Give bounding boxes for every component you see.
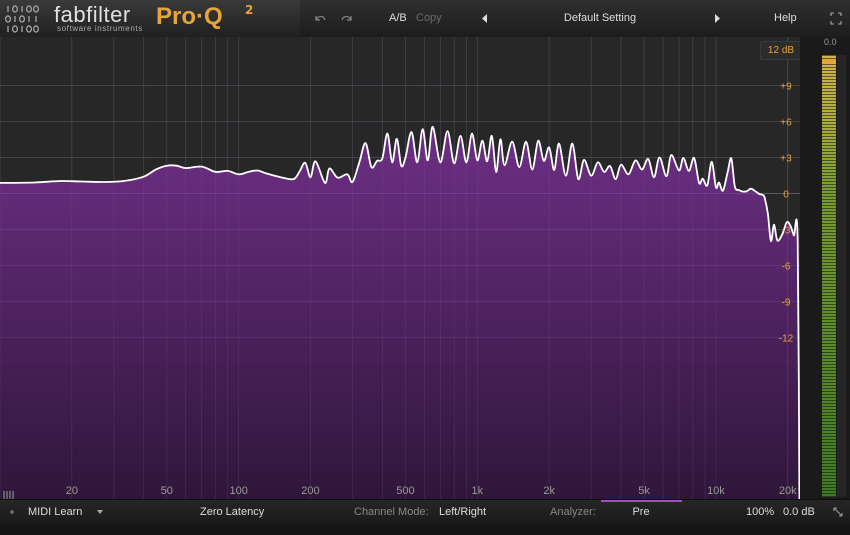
gain-scale-label: +6 (780, 118, 792, 129)
chevron-down-icon (97, 510, 103, 514)
header-bar: fabfilter software instruments Pro·Q 2 A… (0, 0, 850, 38)
spectrum-graph[interactable]: +9+6+30-3-6-9-120-10-20-30-40-50-60-70-8… (0, 37, 817, 520)
frequency-label: 50 (161, 485, 173, 497)
redo-button[interactable] (340, 0, 354, 37)
analyzer-label: Analyzer: (550, 506, 596, 518)
analyzer-value[interactable]: Pre (600, 500, 682, 525)
gain-scale-label: -9 (782, 298, 791, 309)
triangle-right-icon (715, 14, 720, 23)
product-name: Pro·Q (156, 3, 223, 30)
redo-icon (341, 15, 352, 21)
frequency-label: 5k (638, 485, 650, 497)
product-version: 2 (245, 3, 254, 17)
undo-button[interactable] (313, 0, 327, 37)
logo-area: fabfilter software instruments Pro·Q 2 (0, 0, 300, 37)
frequency-label: 1k (471, 485, 483, 497)
analyzer-active-bar (601, 500, 682, 502)
preset-prev-button[interactable] (480, 0, 490, 37)
meter-peak-value: 0.0 (824, 37, 837, 47)
undo-icon (315, 15, 326, 21)
display-range-button[interactable]: 12 dB (760, 41, 802, 60)
gain-scale-label: -12 (779, 334, 794, 345)
output-level[interactable]: 100% (746, 500, 774, 525)
frequency-label: 10k (707, 485, 725, 497)
triangle-left-icon (482, 14, 487, 23)
fullscreen-icon (830, 12, 842, 25)
frequency-label: 200 (301, 485, 319, 497)
gain-scale-label: -6 (782, 262, 791, 273)
zero-latency-button[interactable]: Zero Latency (200, 500, 264, 525)
frequency-label: 500 (396, 485, 414, 497)
spectrum-fill (0, 126, 800, 519)
frequency-label: 100 (229, 485, 247, 497)
channel-mode-value[interactable]: Left/Right (439, 500, 486, 525)
gain-scale-label: +9 (780, 82, 792, 93)
frequency-label: 20k (779, 485, 797, 497)
midi-learn-button[interactable]: MIDI Learn (28, 500, 82, 525)
preset-next-button[interactable] (712, 0, 722, 37)
resize-handle[interactable] (831, 500, 845, 525)
frequency-label: 2k (543, 485, 555, 497)
fullscreen-button[interactable] (829, 0, 843, 37)
footer-bar: MIDI Learn Zero Latency Channel Mode: Le… (0, 499, 850, 525)
ab-button[interactable]: A/B (389, 0, 407, 37)
brand-subtitle: software instruments (57, 24, 143, 33)
resize-icon (833, 507, 843, 517)
midi-indicator-icon (8, 500, 16, 525)
channel-mode-label: Channel Mode: (354, 506, 429, 518)
piano-icon[interactable] (3, 485, 15, 499)
frequency-label: 20 (66, 485, 78, 497)
output-meter: 0.0 (800, 37, 850, 499)
eq-display[interactable]: +9+6+30-3-6-9-120-10-20-30-40-50-60-70-8… (0, 37, 817, 520)
gain-scale-label: -3 (782, 226, 791, 237)
fabfilter-logo-icon (4, 4, 45, 34)
copy-button[interactable]: Copy (416, 0, 442, 37)
gain-scale-label: +3 (780, 154, 792, 165)
help-button[interactable]: Help (774, 0, 797, 37)
gain-scale-label: 0 (783, 190, 789, 201)
preset-name[interactable]: Default Setting (540, 0, 660, 37)
output-gain[interactable]: 0.0 dB (783, 500, 815, 525)
midi-menu-button[interactable] (95, 500, 105, 525)
